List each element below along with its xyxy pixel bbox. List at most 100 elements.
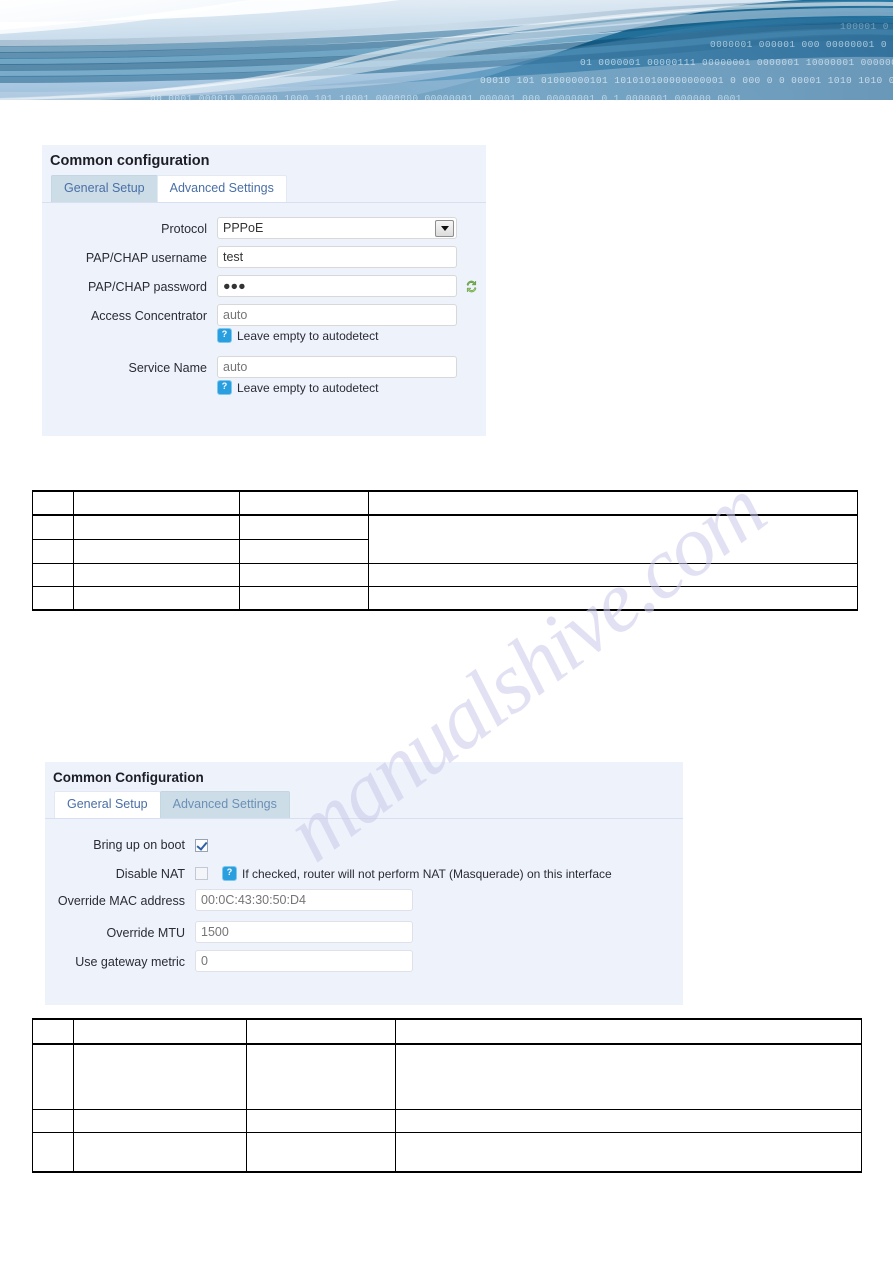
protocol-label: Protocol — [161, 222, 207, 236]
table-row — [32, 1109, 862, 1133]
tab-general-setup[interactable]: General Setup — [54, 791, 161, 818]
access-concentrator-hint: ? Leave empty to autodetect — [217, 328, 457, 343]
table-cell — [32, 514, 74, 540]
table-cell — [73, 1018, 247, 1045]
table-cell — [395, 1109, 862, 1133]
service-name-hint-text: Leave empty to autodetect — [237, 380, 379, 395]
help-icon[interactable]: ? — [217, 328, 232, 343]
form-row-access-concentrator: Access Concentrator ? Leave empty to aut… — [42, 304, 486, 349]
disable-nat-checkbox[interactable] — [195, 867, 208, 880]
service-name-input[interactable] — [217, 356, 457, 378]
gateway-metric-input[interactable] — [195, 950, 413, 972]
form-row-override-mtu: Override MTU — [45, 921, 683, 943]
disable-nat-control: ? If checked, router will not perform NA… — [185, 862, 612, 881]
gateway-metric-control — [185, 950, 413, 972]
panel1-tabs: General Setup Advanced Settings — [42, 175, 486, 202]
protocol-select-wrapper[interactable] — [217, 217, 457, 239]
table-row — [32, 1132, 862, 1173]
form-row-gateway-metric: Use gateway metric — [45, 950, 683, 972]
table-cell — [32, 1132, 74, 1173]
doc-table-1 — [32, 490, 858, 611]
form-row-disable-nat: Disable NAT ? If checked, router will no… — [45, 862, 683, 882]
username-input[interactable] — [217, 246, 457, 268]
bring-up-on-boot-control — [185, 833, 208, 855]
table-cell — [239, 514, 369, 540]
refresh-icon[interactable] — [464, 279, 479, 294]
service-name-hint: ? Leave empty to autodetect — [217, 380, 457, 395]
override-mtu-input[interactable] — [195, 921, 413, 943]
gateway-metric-label: Use gateway metric — [75, 955, 185, 969]
table-cell — [368, 586, 858, 611]
bring-up-on-boot-label: Bring up on boot — [93, 838, 185, 852]
table-row — [32, 1018, 862, 1045]
disable-nat-label: Disable NAT — [115, 867, 185, 881]
panel2-tabs: General Setup Advanced Settings — [45, 791, 683, 818]
panel2-title: Common Configuration — [53, 770, 204, 785]
password-label: PAP/CHAP password — [87, 280, 207, 294]
common-configuration-panel-2: Common Configuration General Setup Advanc… — [45, 762, 683, 1005]
panel1-title: Common configuration — [50, 153, 210, 169]
table-cell — [395, 1018, 862, 1045]
table-cell — [239, 586, 369, 611]
table-cell — [32, 1043, 74, 1110]
table-cell — [73, 586, 240, 611]
tab-general-setup[interactable]: General Setup — [51, 175, 158, 202]
chevron-down-icon[interactable] — [435, 220, 454, 237]
override-mac-control — [185, 889, 413, 911]
table-row — [32, 586, 858, 611]
protocol-select[interactable] — [217, 217, 457, 239]
disable-nat-hint-text: If checked, router will not perform NAT … — [242, 866, 612, 881]
table-cell — [32, 1018, 74, 1045]
panel1-form: Protocol PAP/CHAP username PAP/CHAP pass… — [42, 203, 486, 418]
form-row-username: PAP/CHAP username — [42, 246, 486, 268]
access-concentrator-input[interactable] — [217, 304, 457, 326]
table-cell — [73, 563, 240, 587]
panel2-form: Bring up on boot Disable NAT ? If checke… — [45, 819, 683, 989]
password-input[interactable] — [217, 275, 457, 297]
header-banner: 100001 0 000010 0000 1010010 0000001 000… — [0, 0, 893, 105]
table-cell — [32, 490, 74, 516]
banner-wave-graphic — [0, 0, 893, 105]
table-cell — [73, 490, 240, 516]
table-cell — [246, 1043, 396, 1110]
tab-advanced-settings[interactable]: Advanced Settings — [156, 175, 287, 202]
table-cell — [395, 1043, 862, 1110]
help-icon[interactable]: ? — [222, 866, 237, 881]
tab-advanced-settings[interactable]: Advanced Settings — [159, 791, 290, 818]
form-row-bring-up-on-boot: Bring up on boot — [45, 833, 683, 855]
access-concentrator-hint-text: Leave empty to autodetect — [237, 328, 379, 343]
table-cell — [73, 514, 240, 540]
table-cell — [32, 539, 74, 564]
table-row — [32, 514, 858, 564]
table-cell — [395, 1132, 862, 1173]
table-cell — [32, 1109, 74, 1133]
form-row-override-mac: Override MAC address — [45, 889, 683, 911]
help-icon[interactable]: ? — [217, 380, 232, 395]
table-cell — [246, 1132, 396, 1173]
override-mtu-control — [185, 921, 413, 943]
table-cell — [32, 563, 74, 587]
common-configuration-panel-1: Common configuration General Setup Advanc… — [42, 145, 486, 436]
table-cell — [32, 586, 74, 611]
access-concentrator-label: Access Concentrator — [90, 309, 207, 323]
bring-up-on-boot-checkbox[interactable] — [195, 839, 208, 853]
table-cell — [246, 1018, 396, 1045]
table-cell — [239, 490, 369, 516]
username-label: PAP/CHAP username — [85, 251, 207, 265]
table-cell — [73, 1109, 247, 1133]
table-cell — [73, 1043, 247, 1110]
table-cell — [73, 539, 240, 564]
access-concentrator-control: ? Leave empty to autodetect — [207, 304, 457, 349]
form-row-protocol: Protocol — [42, 217, 486, 239]
table-cell — [246, 1109, 396, 1133]
service-name-label: Service Name — [128, 361, 208, 375]
override-mac-input[interactable] — [195, 889, 413, 911]
table-cell — [368, 490, 858, 516]
table-row — [32, 1043, 862, 1110]
username-control — [207, 246, 457, 268]
table-cell — [368, 514, 858, 564]
table-row — [32, 490, 858, 516]
override-mac-label: Override MAC address — [57, 894, 185, 908]
password-control — [207, 275, 479, 297]
table-row — [32, 563, 858, 587]
